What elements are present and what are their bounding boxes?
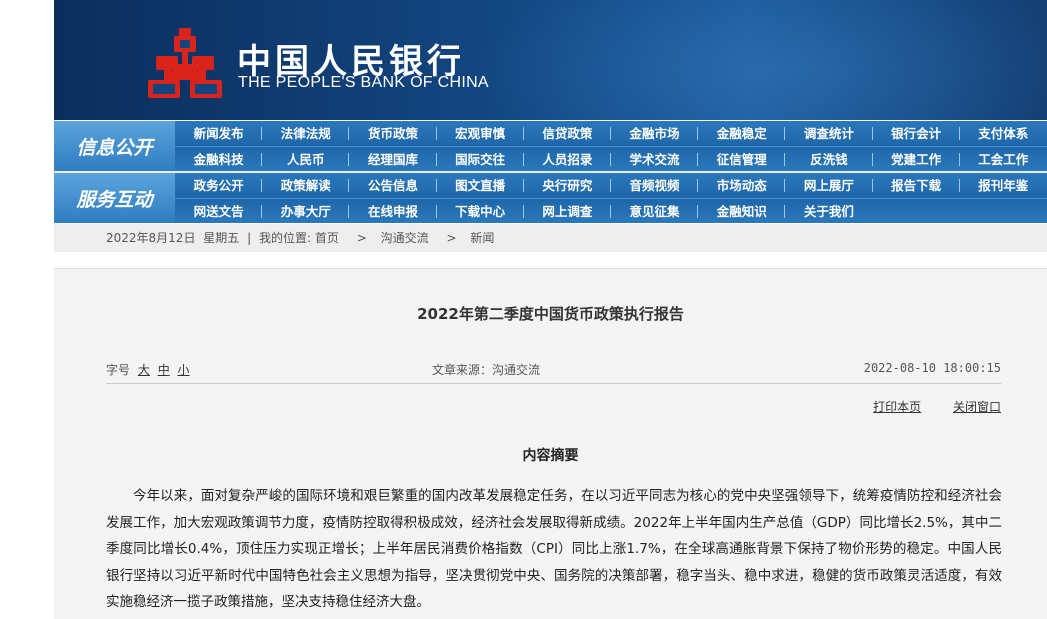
section-title: 内容摘要 — [522, 448, 579, 464]
nav-item-laws[interactable]: 法律法规 — [262, 121, 350, 146]
nav-service-row-2: 网送文告 办事大厅 在线申报 下载中心 网上调查 意见征集 金融知识 关于我们 — [175, 198, 1047, 223]
article-title: 2022年第二季度中国货币政策执行报告 — [417, 305, 684, 323]
article-meta: 字号 大 中 小 文章来源：沟通交流 2022-08-10 18:00:15 — [106, 361, 1001, 384]
nav-item-anti-money-laundering[interactable]: 反洗钱 — [785, 147, 873, 171]
font-size-label: 字号 — [106, 363, 131, 377]
nav-item-credit-reference[interactable]: 征信管理 — [698, 147, 786, 171]
font-size-medium-link[interactable]: 中 — [158, 363, 170, 377]
font-size-small-link[interactable]: 小 — [178, 363, 190, 377]
nav-item-research[interactable]: 央行研究 — [524, 173, 612, 198]
brand-title-en: THE PEOPLE'S BANK OF CHINA — [238, 74, 489, 91]
breadcrumb-weekday: 星期五 — [203, 231, 240, 245]
nav-item-government-affairs[interactable]: 政务公开 — [175, 173, 263, 198]
nav-item-rmb[interactable]: 人民币 — [262, 147, 350, 171]
nav-item-download-center[interactable]: 下载中心 — [437, 199, 524, 223]
nav-item-recruitment[interactable]: 人员招录 — [524, 147, 612, 171]
nav-info-row-2: 金融科技 人民币 经理国库 国际交往 人员招录 学术交流 征信管理 反洗钱 党建… — [175, 146, 1047, 171]
breadcrumb-separator: | — [247, 231, 252, 245]
nav-item-statistics[interactable]: 调查统计 — [785, 121, 873, 146]
banner-glow — [474, 0, 1047, 120]
nav-item-report-download[interactable]: 报告下载 — [873, 173, 960, 198]
nav-item-about-us[interactable]: 关于我们 — [785, 199, 872, 223]
nav-item-online-filing[interactable]: 在线申报 — [349, 199, 437, 223]
nav-item-financial-markets[interactable]: 金融市场 — [611, 121, 699, 146]
nav-service-label: 服务互动 — [54, 173, 175, 223]
nav-item-policy-interpretation[interactable]: 政策解读 — [262, 173, 350, 198]
nav-item-academic[interactable]: 学术交流 — [611, 147, 699, 171]
nav-service-block: 服务互动 政务公开 政策解读 公告信息 图文直播 央行研究 音频视频 市场动态 … — [54, 173, 1047, 223]
breadcrumb-arrow: > — [446, 231, 457, 245]
nav-item-live-broadcast[interactable]: 图文直播 — [437, 173, 524, 198]
breadcrumb-level1-link[interactable]: 沟通交流 — [381, 231, 429, 245]
page: 中国人民银行 THE PEOPLE'S BANK OF CHINA 信息公开 新… — [54, 0, 1047, 619]
nav-item-payment-system[interactable]: 支付体系 — [960, 121, 1047, 146]
nav-info-label: 信息公开 — [54, 121, 175, 171]
article-paragraph: 今年以来，面对复杂严峻的国际环境和艰巨繁重的国内改革发展稳定任务，在以习近平同志… — [106, 488, 1002, 610]
breadcrumb-level2-link[interactable]: 新闻 — [470, 231, 494, 245]
nav-item-yearbook[interactable]: 报刊年鉴 — [960, 173, 1047, 198]
nav-item-announcements[interactable]: 公告信息 — [349, 173, 437, 198]
nav-item-credit-policy[interactable]: 信贷政策 — [524, 121, 612, 146]
breadcrumb-arrow: > — [356, 231, 367, 245]
nav-item-online-exhibition[interactable]: 网上展厅 — [785, 173, 873, 198]
nav-item-macro-prudential[interactable]: 宏观审慎 — [437, 121, 524, 146]
nav-item-financial-knowledge[interactable]: 金融知识 — [698, 199, 786, 223]
nav-item-audio-video[interactable]: 音频视频 — [611, 173, 699, 198]
nav-info-rows: 新闻发布 法律法规 货币政策 宏观审慎 信贷政策 金融市场 金融稳定 调查统计 … — [175, 121, 1047, 171]
article-tools: 打印本页 关闭窗口 — [845, 398, 1001, 415]
nav-item-international[interactable]: 国际交往 — [437, 147, 524, 171]
nav-info-block: 信息公开 新闻发布 法律法规 货币政策 宏观审慎 信贷政策 金融市场 金融稳定 … — [54, 121, 1047, 171]
nav-item-treasury[interactable]: 经理国库 — [349, 147, 437, 171]
font-size-controls: 字号 大 中 小 — [106, 361, 190, 378]
breadcrumb-location-label: 我的位置: — [259, 231, 312, 245]
breadcrumb-date: 2022年8月12日 — [106, 231, 196, 245]
article-source: 文章来源：沟通交流 — [432, 363, 541, 377]
article-panel: 2022年第二季度中国货币政策执行报告 字号 大 中 小 文章来源：沟通交流 2… — [54, 268, 1047, 619]
nav-item-fintech[interactable]: 金融科技 — [175, 147, 263, 171]
header-banner: 中国人民银行 THE PEOPLE'S BANK OF CHINA — [54, 0, 1047, 120]
nav-item-union-work[interactable]: 工会工作 — [960, 147, 1047, 171]
nav-item-monetary-policy[interactable]: 货币政策 — [349, 121, 437, 146]
nav-item-party-building[interactable]: 党建工作 — [873, 147, 960, 171]
close-window-link[interactable]: 关闭窗口 — [953, 400, 1001, 414]
nav-item-notices[interactable]: 网送文告 — [175, 199, 263, 223]
nav-service-rows: 政务公开 政策解读 公告信息 图文直播 央行研究 音频视频 市场动态 网上展厅 … — [175, 173, 1047, 223]
nav-item-news-release[interactable]: 新闻发布 — [175, 121, 263, 146]
nav-item-market-news[interactable]: 市场动态 — [698, 173, 786, 198]
nav-item-bank-accounting[interactable]: 银行会计 — [873, 121, 960, 146]
breadcrumb-home-link[interactable]: 首页 — [315, 231, 339, 245]
nav-item-service-hall[interactable]: 办事大厅 — [262, 199, 350, 223]
article-timestamp: 2022-08-10 18:00:15 — [863, 361, 1001, 375]
font-size-large-link[interactable]: 大 — [138, 363, 150, 377]
nav-info-row-1: 新闻发布 法律法规 货币政策 宏观审慎 信贷政策 金融市场 金融稳定 调查统计 … — [175, 121, 1047, 146]
pboc-logo-icon[interactable] — [146, 26, 224, 100]
nav-item-opinion-collection[interactable]: 意见征集 — [611, 199, 699, 223]
nav-item-online-survey[interactable]: 网上调查 — [524, 199, 612, 223]
print-page-link[interactable]: 打印本页 — [873, 400, 921, 414]
nav-item-financial-stability[interactable]: 金融稳定 — [698, 121, 786, 146]
nav-service-row-1: 政务公开 政策解读 公告信息 图文直播 央行研究 音频视频 市场动态 网上展厅 … — [175, 173, 1047, 198]
breadcrumb: 2022年8月12日 星期五 | 我的位置: 首页 > 沟通交流 > 新闻 — [54, 224, 1047, 252]
